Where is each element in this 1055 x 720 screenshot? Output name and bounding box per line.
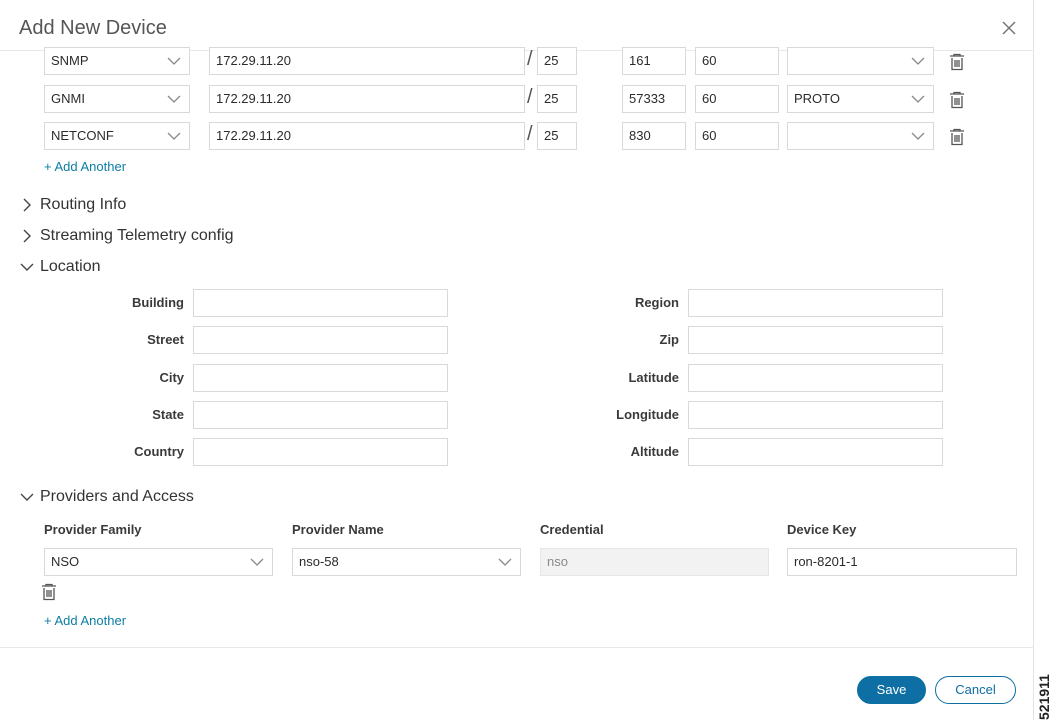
device-key-input[interactable]: ron-8201-1 <box>787 548 1017 576</box>
port-input[interactable]: 57333 <box>622 85 686 113</box>
zip-label: Zip <box>659 332 680 347</box>
trash-icon[interactable] <box>949 128 965 146</box>
zip-input[interactable] <box>688 326 943 354</box>
section-streaming-telemetry[interactable]: Streaming Telemetry config <box>19 227 234 245</box>
trash-icon[interactable] <box>949 91 965 109</box>
chevron-down-icon <box>167 95 181 103</box>
chevron-down-icon <box>167 57 181 65</box>
building-label: Building <box>132 295 184 310</box>
chevron-down-icon <box>911 95 925 103</box>
credential-header: Credential <box>540 522 604 537</box>
region-input[interactable] <box>688 289 943 317</box>
port-input[interactable]: 830 <box>622 122 686 150</box>
subnet-mask-input[interactable]: 25 <box>537 85 577 113</box>
latitude-input[interactable] <box>688 364 943 392</box>
subnet-mask-input[interactable]: 25 <box>537 47 577 75</box>
state-input[interactable] <box>193 401 448 429</box>
section-location[interactable]: Location <box>19 258 101 276</box>
add-device-dialog: Add New Device SNMP 172.29.11.20 / 25 16… <box>0 0 1034 720</box>
add-another-provider-link[interactable]: + Add Another <box>44 613 126 628</box>
trash-icon[interactable] <box>949 53 965 71</box>
longitude-label: Longitude <box>616 407 679 422</box>
protocol-select[interactable]: NETCONF <box>44 122 190 150</box>
street-label: Street <box>147 332 184 347</box>
dialog-title: Add New Device <box>19 17 167 39</box>
protocol-value: NETCONF <box>51 128 114 143</box>
chevron-down-icon <box>167 132 181 140</box>
provider-name-select[interactable]: nso-58 <box>292 548 521 576</box>
country-label: Country <box>134 444 184 459</box>
provider-family-select[interactable]: NSO <box>44 548 273 576</box>
add-another-connectivity-link[interactable]: + Add Another <box>44 159 126 174</box>
protocol-value: SNMP <box>51 53 89 68</box>
section-title: Streaming Telemetry config <box>40 227 234 244</box>
chevron-down-icon <box>911 132 925 140</box>
timeout-input[interactable]: 60 <box>695 122 779 150</box>
section-routing-info[interactable]: Routing Info <box>19 196 126 214</box>
altitude-label: Altitude <box>630 444 679 459</box>
latitude-label: Latitude <box>628 370 679 385</box>
save-button[interactable]: Save <box>857 676 926 704</box>
trash-icon[interactable] <box>41 583 57 601</box>
subnet-mask-input[interactable]: 25 <box>537 122 577 150</box>
encoding-select[interactable]: PROTO <box>787 85 934 113</box>
chevron-down-icon <box>911 57 925 65</box>
chevron-down-icon <box>250 558 264 566</box>
mask-separator: / <box>527 123 533 145</box>
ip-address-input[interactable]: 172.29.11.20 <box>209 85 525 113</box>
provider-name-header: Provider Name <box>292 522 384 537</box>
provider-family-header: Provider Family <box>44 522 142 537</box>
protocol-select[interactable]: SNMP <box>44 47 190 75</box>
figure-code: 521911 <box>1036 674 1052 720</box>
state-label: State <box>152 407 184 422</box>
footer-divider <box>0 647 1034 648</box>
section-providers-access[interactable]: Providers and Access <box>19 488 194 506</box>
longitude-input[interactable] <box>688 401 943 429</box>
timeout-input[interactable]: 60 <box>695 47 779 75</box>
building-input[interactable] <box>193 289 448 317</box>
ip-address-input[interactable]: 172.29.11.20 <box>209 122 525 150</box>
timeout-input[interactable]: 60 <box>695 85 779 113</box>
provider-name-value: nso-58 <box>299 554 339 569</box>
country-input[interactable] <box>193 438 448 466</box>
region-label: Region <box>634 295 679 310</box>
protocol-value: GNMI <box>51 91 85 106</box>
section-title: Routing Info <box>40 196 127 213</box>
chevron-right-icon <box>23 229 31 243</box>
altitude-input[interactable] <box>688 438 943 466</box>
protocol-select[interactable]: GNMI <box>44 85 190 113</box>
chevron-right-icon <box>23 198 31 212</box>
city-label: City <box>159 370 184 385</box>
port-input[interactable]: 161 <box>622 47 686 75</box>
city-input[interactable] <box>193 364 448 392</box>
encoding-select[interactable] <box>787 47 934 75</box>
mask-separator: / <box>527 86 533 108</box>
chevron-down-icon <box>20 263 34 271</box>
section-title: Providers and Access <box>40 488 194 505</box>
chevron-down-icon <box>20 493 34 501</box>
device-key-header: Device Key <box>787 522 857 537</box>
section-title: Location <box>40 258 101 275</box>
encoding-select[interactable] <box>787 122 934 150</box>
street-input[interactable] <box>193 326 448 354</box>
chevron-down-icon <box>498 558 512 566</box>
mask-separator: / <box>527 48 533 70</box>
encoding-value: PROTO <box>794 91 840 106</box>
ip-address-input[interactable]: 172.29.11.20 <box>209 47 525 75</box>
provider-family-value: NSO <box>51 554 80 569</box>
cancel-button[interactable]: Cancel <box>935 676 1016 704</box>
close-icon[interactable] <box>1000 19 1018 37</box>
credential-input: nso <box>540 548 769 576</box>
